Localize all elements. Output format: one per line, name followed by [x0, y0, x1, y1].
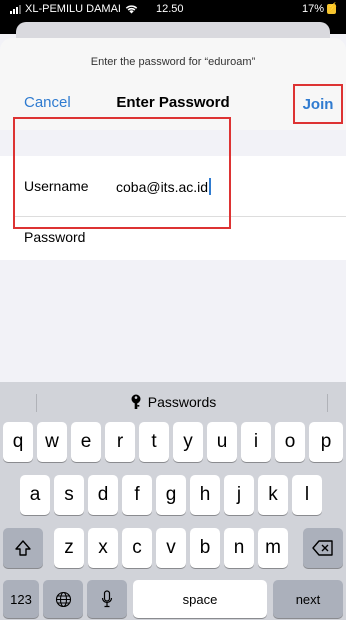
space-key[interactable]: space [133, 580, 267, 618]
key-icon [131, 394, 141, 409]
key-z[interactable]: z [54, 528, 84, 568]
delete-key[interactable] [303, 528, 343, 568]
key-t[interactable]: t [139, 422, 169, 462]
globe-icon [55, 591, 71, 607]
key-s[interactable]: s [54, 475, 84, 515]
key-g[interactable]: g [156, 475, 186, 515]
keyboard: Passwords q w e r t y u i o p a s d f g … [0, 382, 346, 620]
key-e[interactable]: e [71, 422, 101, 462]
backspace-icon [312, 540, 333, 556]
status-left: XL-PEMILU DAMAI [10, 3, 138, 15]
key-i[interactable]: i [241, 422, 271, 462]
key-n[interactable]: n [224, 528, 254, 568]
key-c[interactable]: c [122, 528, 152, 568]
key-q[interactable]: q [3, 422, 33, 462]
key-x[interactable]: x [88, 528, 118, 568]
shift-key[interactable] [3, 528, 43, 568]
key-r[interactable]: r [105, 422, 135, 462]
microphone-icon [101, 590, 113, 608]
globe-key[interactable] [43, 580, 83, 618]
key-a[interactable]: a [20, 475, 50, 515]
key-l[interactable]: l [292, 475, 322, 515]
next-key[interactable]: next [273, 580, 343, 618]
key-k[interactable]: k [258, 475, 288, 515]
join-button[interactable]: Join [303, 96, 334, 113]
suggestion-bar[interactable]: Passwords [0, 382, 346, 422]
form-highlight-box [13, 117, 231, 229]
status-time: 12.50 [156, 3, 184, 15]
battery-percent: 17% [301, 3, 324, 15]
numbers-key[interactable]: 123 [3, 580, 39, 618]
key-v[interactable]: v [156, 528, 186, 568]
suggestion-divider [36, 394, 37, 412]
password-prompt: Enter the password for “eduroam” [90, 56, 256, 68]
passwords-suggestion: Passwords [147, 394, 217, 410]
suggestion-divider [327, 394, 328, 412]
dictation-key[interactable] [87, 580, 127, 618]
key-f[interactable]: f [122, 475, 152, 515]
signal-icon [10, 4, 21, 14]
key-m[interactable]: m [258, 528, 288, 568]
key-b[interactable]: b [190, 528, 220, 568]
key-h[interactable]: h [190, 475, 220, 515]
key-d[interactable]: d [88, 475, 118, 515]
shift-icon [15, 540, 31, 556]
key-y[interactable]: y [173, 422, 203, 462]
key-w[interactable]: w [37, 422, 67, 462]
battery-charging-icon [327, 2, 338, 14]
status-right: 17% [301, 2, 338, 15]
key-j[interactable]: j [224, 475, 254, 515]
password-field[interactable]: Password [24, 229, 85, 245]
key-o[interactable]: o [275, 422, 305, 462]
key-u[interactable]: u [207, 422, 237, 462]
carrier-name: XL-PEMILU DAMAI [25, 3, 121, 15]
key-p[interactable]: p [309, 422, 343, 462]
wifi-icon [125, 5, 138, 14]
join-highlight-box: Join [293, 84, 343, 124]
